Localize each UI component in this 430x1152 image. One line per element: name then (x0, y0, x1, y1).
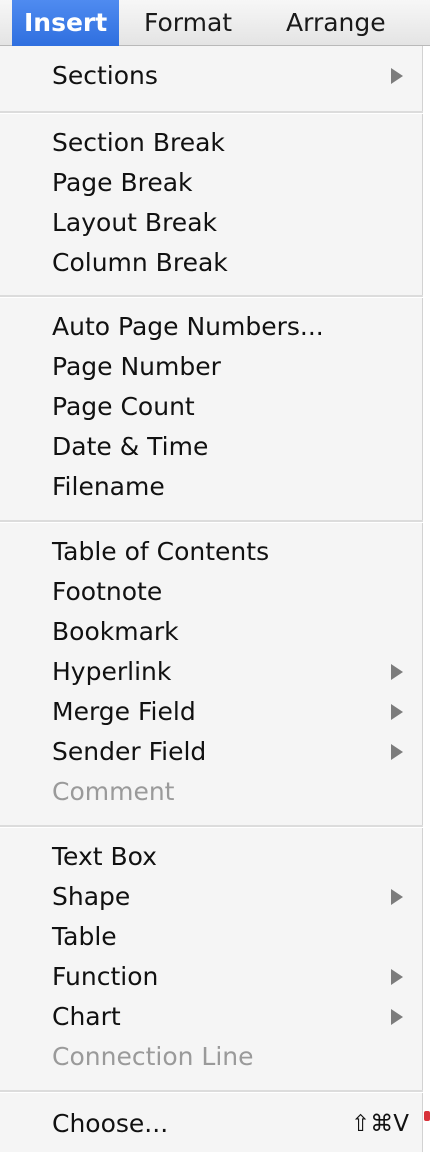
menu-item-page-break-label: Page Break (52, 168, 193, 197)
menu-item-page-break[interactable]: Page Break (0, 164, 423, 202)
submenu-arrow-icon (391, 1009, 403, 1025)
menu-format-label: Format (144, 8, 233, 37)
menu-separator (0, 520, 423, 523)
menu-separator (0, 825, 423, 828)
menu-item-choose[interactable]: Choose... ⇧⌘V (0, 1105, 423, 1143)
menu-item-text-box-label: Text Box (52, 842, 157, 871)
menu-separator (0, 111, 423, 114)
menu-item-sections-label: Sections (52, 61, 158, 90)
menu-item-date-time-label: Date & Time (52, 432, 209, 461)
pointer-icon (424, 1111, 430, 1121)
menu-item-chart-label: Chart (52, 1002, 121, 1031)
menu-item-connection-line-label: Connection Line (52, 1042, 254, 1071)
menu-separator (0, 295, 423, 298)
menu-item-auto-page-numbers[interactable]: Auto Page Numbers... (0, 308, 423, 346)
menu-item-hyperlink[interactable]: Hyperlink (0, 653, 423, 691)
menu-insert-label: Insert (24, 8, 108, 37)
menu-item-merge-field[interactable]: Merge Field (0, 693, 423, 731)
menu-item-hyperlink-label: Hyperlink (52, 657, 172, 686)
menu-item-shape[interactable]: Shape (0, 878, 423, 916)
menu-item-auto-page-numbers-label: Auto Page Numbers... (52, 312, 324, 341)
menu-item-table-label: Table (52, 922, 117, 951)
menu-item-date-time[interactable]: Date & Time (0, 428, 423, 466)
menu-item-page-number[interactable]: Page Number (0, 348, 423, 386)
menu-item-sender-field[interactable]: Sender Field (0, 733, 423, 771)
menu-item-column-break[interactable]: Column Break (0, 244, 423, 282)
menu-item-bookmark[interactable]: Bookmark (0, 613, 423, 651)
menu-item-filename-label: Filename (52, 472, 165, 501)
menu-item-layout-break-label: Layout Break (52, 208, 217, 237)
menu-item-chart[interactable]: Chart (0, 998, 423, 1036)
submenu-arrow-icon (391, 744, 403, 760)
menu-item-sections[interactable]: Sections (0, 57, 423, 95)
menu-separator (0, 1090, 423, 1093)
menu-item-layout-break[interactable]: Layout Break (0, 204, 423, 242)
menu-item-filename[interactable]: Filename (0, 468, 423, 506)
submenu-arrow-icon (391, 889, 403, 905)
menu-item-page-count-label: Page Count (52, 392, 195, 421)
submenu-arrow-icon (391, 664, 403, 680)
submenu-arrow-icon (391, 704, 403, 720)
menu-arrange-label: Arrange (286, 8, 386, 37)
menu-insert[interactable]: Insert (12, 0, 120, 46)
menu-item-connection-line: Connection Line (0, 1038, 423, 1076)
menu-item-function[interactable]: Function (0, 958, 423, 996)
menu-arrange[interactable]: Arrange (286, 0, 386, 46)
menu-item-table-of-contents[interactable]: Table of Contents (0, 533, 423, 571)
menu-item-footnote[interactable]: Footnote (0, 573, 423, 611)
menu-item-table-of-contents-label: Table of Contents (52, 537, 270, 566)
menu-item-merge-field-label: Merge Field (52, 697, 196, 726)
menu-item-shape-label: Shape (52, 882, 131, 911)
menu-item-comment: Comment (0, 773, 423, 811)
submenu-arrow-icon (391, 68, 403, 84)
menu-item-table[interactable]: Table (0, 918, 423, 956)
menu-item-column-break-label: Column Break (52, 248, 228, 277)
menu-format[interactable]: Format (144, 0, 232, 46)
menu-item-choose-label: Choose... (52, 1109, 169, 1138)
menu-item-text-box[interactable]: Text Box (0, 838, 423, 876)
menu-item-footnote-label: Footnote (52, 577, 163, 606)
menu-item-comment-label: Comment (52, 777, 175, 806)
menu-item-function-label: Function (52, 962, 159, 991)
menu-item-section-break-label: Section Break (52, 128, 225, 157)
menu-item-sender-field-label: Sender Field (52, 737, 207, 766)
menu-item-bookmark-label: Bookmark (52, 617, 179, 646)
menu-item-page-count[interactable]: Page Count (0, 388, 423, 426)
submenu-arrow-icon (391, 969, 403, 985)
insert-menu-dropdown: Sections Section Break Page Break Layout… (0, 46, 423, 1152)
menu-bar: Insert Format Arrange (0, 0, 430, 46)
menu-item-page-number-label: Page Number (52, 352, 221, 381)
menu-item-choose-shortcut: ⇧⌘V (350, 1111, 409, 1137)
menu-item-section-break[interactable]: Section Break (0, 124, 423, 162)
